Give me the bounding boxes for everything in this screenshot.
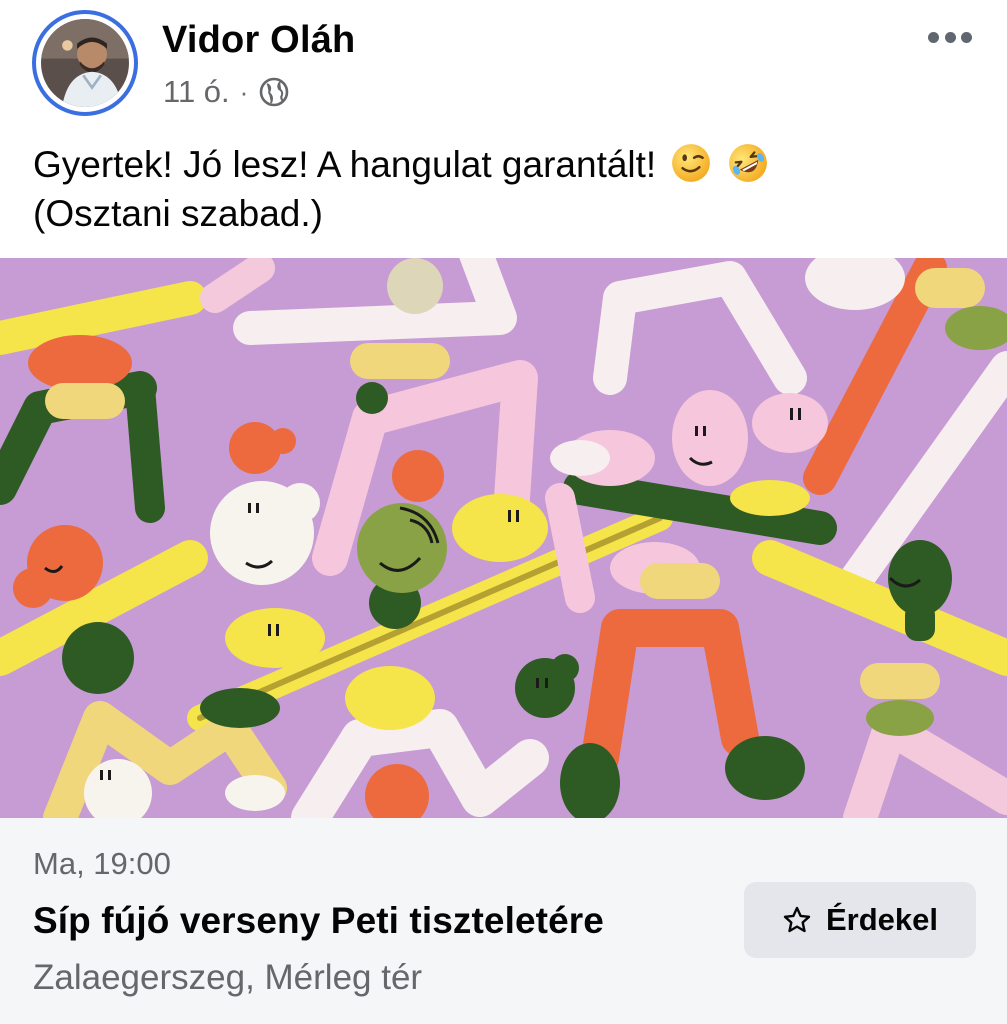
more-dot [928, 31, 939, 43]
more-dot [961, 31, 972, 43]
post-text-line1: Gyertek! Jó lesz! A hangulat garantált! [33, 144, 657, 185]
more-options-button[interactable] [922, 22, 978, 52]
author-avatar[interactable] [32, 10, 138, 116]
post-text-line2: (Osztani szabad.) [33, 193, 323, 234]
interested-button[interactable]: Érdekel [744, 882, 976, 958]
post-meta: 11 ó. · [163, 74, 290, 110]
winking-face-emoji [672, 144, 711, 182]
event-card[interactable]: Ma, 19:00 Síp fújó verseny Peti tisztele… [0, 818, 1007, 1024]
avatar-photo [41, 19, 129, 107]
event-illustration [0, 258, 1007, 818]
event-title[interactable]: Síp fújó verseny Peti tiszteletére [33, 900, 604, 942]
interested-label: Érdekel [825, 902, 938, 937]
post-timestamp[interactable]: 11 ó. [163, 74, 230, 110]
more-dot [944, 31, 956, 43]
event-date: Ma, 19:00 [33, 846, 171, 881]
globe-icon[interactable] [258, 76, 290, 108]
author-name[interactable]: Vidor Oláh [162, 19, 355, 62]
post-header: Vidor Oláh 11 ó. · [0, 0, 1007, 130]
star-icon [783, 906, 811, 933]
event-cover-image[interactable] [0, 258, 1007, 818]
event-location: Zalaegerszeg, Mérleg tér [33, 958, 423, 997]
meta-separator: · [239, 76, 249, 107]
post-text: Gyertek! Jó lesz! A hangulat garantált! … [33, 140, 973, 238]
rolling-on-floor-laughing-emoji [728, 144, 767, 182]
